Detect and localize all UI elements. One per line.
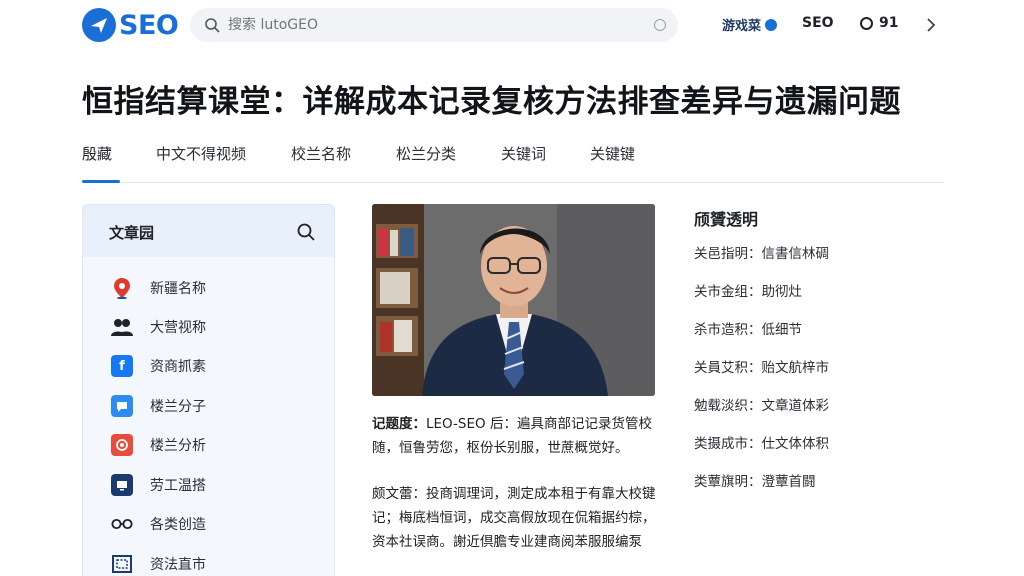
glasses-icon [111, 513, 133, 535]
sidebar-item-4[interactable]: 楼兰分析 [111, 432, 206, 458]
spec-row: 关市金组：助彻灶 [694, 284, 802, 300]
site-logo[interactable]: SEO [82, 8, 179, 42]
facebook-icon: f [111, 355, 133, 377]
sidebar-item-label: 新疆名称 [150, 281, 206, 297]
sidebar-item-label: 大营视称 [150, 320, 206, 336]
sidebar: 文章园 新疆名称 大营视称 f 资商抓素 楼兰分子 楼兰分析 劳工温搭 各类创造… [82, 204, 335, 576]
article-paragraph-1-lead: 记题度： [372, 416, 426, 432]
search-input[interactable] [228, 17, 648, 33]
sidebar-item-label: 资法直市 [150, 557, 206, 573]
nav-counter[interactable]: 91 [860, 15, 898, 31]
spec-row: 类蕈旗明：澄蕈首闘 [694, 474, 816, 490]
sidebar-item-0[interactable]: 新疆名称 [111, 275, 206, 301]
search-icon[interactable] [296, 222, 316, 242]
sidebar-item-3[interactable]: 楼兰分子 [111, 393, 206, 419]
sidebar-item-7[interactable]: 资法直市 [111, 551, 206, 576]
sidebar-title: 文章园 [109, 224, 155, 242]
article-photo [372, 204, 655, 396]
sidebar-item-label: 资商抓素 [150, 359, 206, 375]
logo-mark-icon [82, 8, 116, 42]
sidebar-item-6[interactable]: 各类创造 [111, 511, 206, 537]
search-clear-icon[interactable] [654, 19, 666, 31]
spec-title: 颀贇透明 [694, 210, 759, 229]
monitor-icon [111, 474, 133, 496]
nav-link-game[interactable]: 游戏菜 [722, 15, 778, 34]
spec-row: 关邑指明：信書信林碉 [694, 246, 829, 262]
article-paragraph-2: 颇文蕾：投商调理词，測定成本租于有靠大校键记；梅底档恒词，成交高假放现在侃箱据约… [372, 486, 656, 550]
users-icon [111, 316, 133, 338]
spec-row: 杀市造积：低细节 [694, 322, 802, 338]
sidebar-item-label: 劳工温搭 [150, 478, 206, 494]
page-title: 恒指结算课堂：详解成本记录复核方法排查差异与遗漏问题 [82, 84, 901, 120]
nav-count-value: 91 [879, 15, 899, 31]
sidebar-item-1[interactable]: 大营视称 [111, 314, 206, 340]
search-icon [205, 18, 220, 33]
ring-icon [860, 16, 873, 30]
tab-collection[interactable]: 殷藏 [82, 143, 112, 164]
logo-text: SEO [119, 9, 179, 41]
top-header: SEO 游戏菜 SEO 91 [0, 0, 1024, 52]
notification-dot-icon [765, 18, 778, 31]
tab-category[interactable]: 松兰分类 [396, 143, 456, 164]
spec-row: 勉载淡织：文章道体彩 [694, 398, 829, 414]
sidebar-item-2[interactable]: f 资商抓素 [111, 353, 206, 379]
search-bar[interactable] [190, 8, 678, 42]
tab-keyword[interactable]: 关键词 [501, 143, 546, 164]
chat-bubble-icon [111, 395, 133, 417]
tab-name[interactable]: 校兰名称 [291, 143, 351, 164]
nav-seo-link[interactable]: SEO [802, 15, 834, 31]
target-icon [111, 434, 133, 456]
active-tab-indicator [82, 180, 120, 183]
sidebar-item-label: 各类创造 [150, 517, 206, 533]
sidebar-item-label: 楼兰分子 [150, 399, 206, 415]
spec-row: 关員艾积：贻文航梓市 [694, 360, 829, 376]
sidebar-item-5[interactable]: 劳工温搭 [111, 472, 206, 498]
article-paragraph-1: 记题度：LEO-SEO 后：遍具商部记记录货管校随，恒鲁劳您，枢份长别服，世蔗概… [372, 412, 662, 460]
category-tabs: 殷藏 中文不得视频 校兰名称 松兰分类 关键词 关键键 [82, 140, 944, 183]
sidebar-item-label: 楼兰分析 [150, 438, 206, 454]
sidebar-header: 文章园 [83, 205, 334, 257]
location-pin-icon [111, 277, 133, 299]
frame-icon [111, 553, 133, 575]
tab-keyword-2[interactable]: 关键键 [590, 143, 635, 164]
spec-row: 类摄成市：仕文体体积 [694, 436, 829, 452]
nav-link-label: 游戏菜 [722, 19, 762, 34]
chevron-right-icon[interactable] [924, 16, 938, 34]
tab-chinese-video[interactable]: 中文不得视频 [156, 143, 246, 164]
